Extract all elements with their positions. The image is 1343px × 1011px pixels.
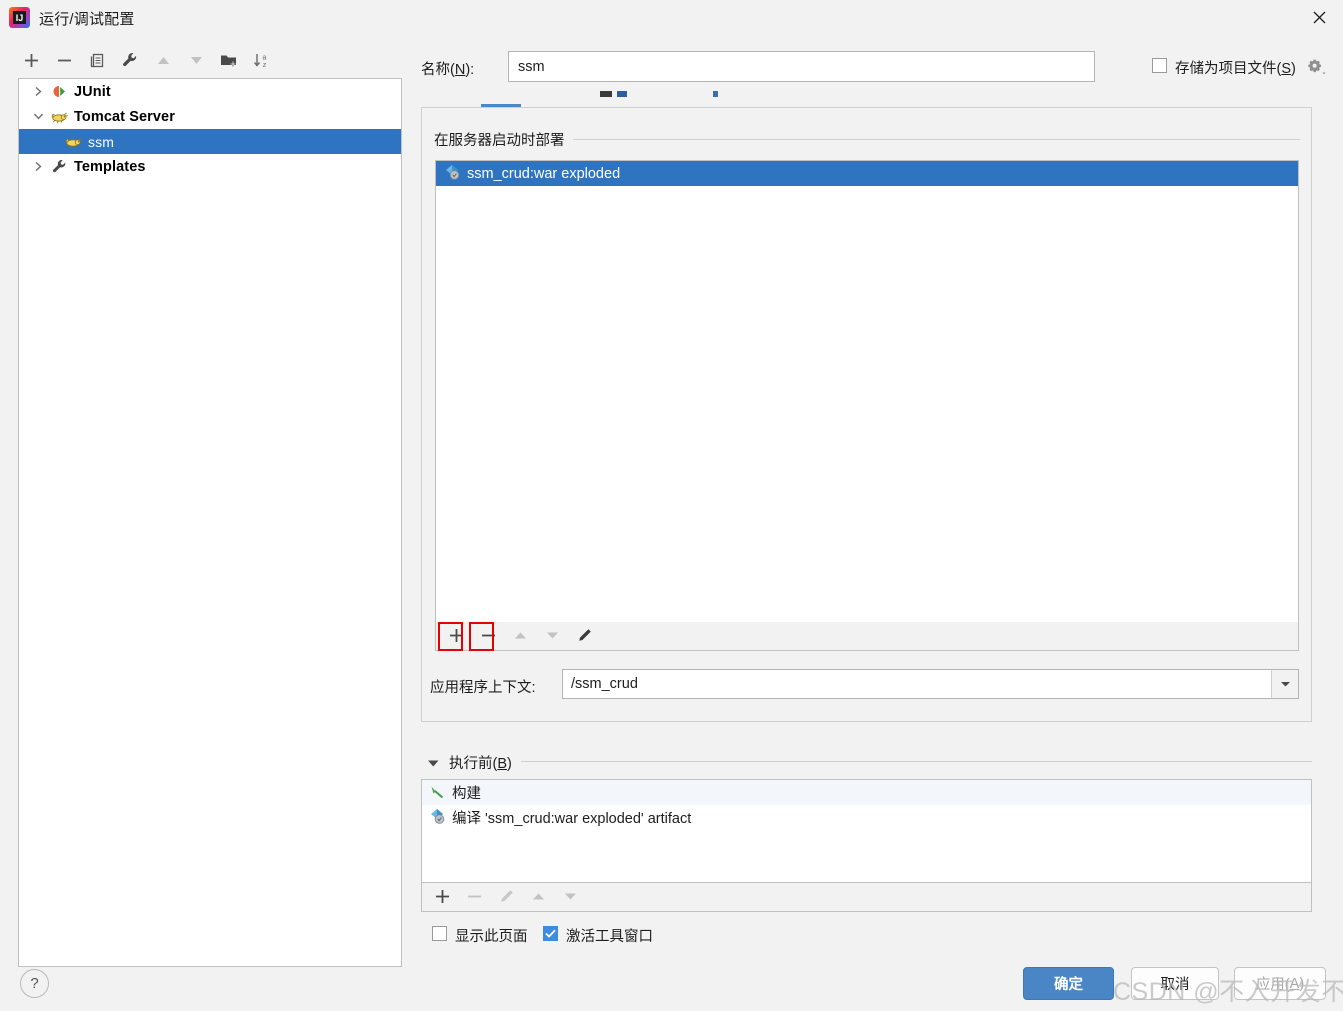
edit-task-button[interactable] — [492, 883, 520, 910]
move-up-task-button[interactable] — [524, 883, 552, 910]
tab-label-remnant — [600, 91, 612, 97]
configurations-tree[interactable]: JUnit Tomcat Server ssm Templates — [18, 78, 402, 967]
tree-item-templates[interactable]: Templates — [19, 154, 401, 179]
triangle-down-icon[interactable] — [427, 755, 440, 771]
question-mark-icon: ? — [30, 975, 39, 992]
add-task-button[interactable] — [428, 883, 456, 910]
edit-artifact-button[interactable] — [570, 622, 598, 649]
junit-icon — [49, 84, 69, 99]
show-this-page-label: 显示此页面 — [455, 929, 528, 945]
build-hammer-icon — [429, 783, 445, 803]
deployment-row-label: ssm_crud:war exploded — [467, 165, 621, 182]
before-launch-row-label: 构建 — [452, 786, 481, 802]
chevron-down-icon[interactable] — [1271, 670, 1298, 698]
tree-item-label: JUnit — [74, 83, 111, 100]
help-button[interactable]: ? — [20, 969, 49, 998]
new-folder-button[interactable] — [215, 45, 243, 75]
divider — [572, 139, 1300, 140]
add-configuration-button[interactable] — [17, 45, 45, 75]
artifact-icon — [429, 808, 445, 828]
ok-button[interactable]: 确定 — [1023, 967, 1114, 1000]
run-debug-configurations-dialog: IJ 运行/调试配置 a z JUnit Tomcat Server ssm T… — [0, 0, 1343, 1011]
tree-item-label: ssm — [88, 133, 114, 150]
tree-item-junit[interactable]: JUnit — [19, 79, 401, 104]
move-up-artifact-button[interactable] — [506, 622, 534, 649]
show-this-page-checkbox[interactable] — [432, 926, 447, 941]
tree-item-label: Templates — [74, 158, 146, 175]
tree-item-ssm[interactable]: ssm — [19, 129, 401, 154]
application-context-label: 应用程序上下文: — [430, 680, 536, 696]
tomcat-icon — [49, 110, 69, 124]
title-bar: IJ 运行/调试配置 — [0, 0, 1343, 37]
application-context-combo[interactable] — [562, 669, 1299, 699]
close-icon[interactable] — [1296, 0, 1343, 34]
deployment-toolbar — [435, 622, 1299, 651]
deployment-group-title: 在服务器启动时部署 — [434, 133, 565, 149]
tomcat-icon — [63, 135, 83, 149]
application-context-input[interactable] — [563, 670, 1271, 698]
tree-item-tomcat-server[interactable]: Tomcat Server — [19, 104, 401, 129]
deployment-group-header: 在服务器启动时部署 — [434, 129, 1300, 150]
tree-item-label: Tomcat Server — [74, 108, 175, 125]
cancel-button[interactable]: 取消 — [1131, 967, 1219, 1000]
sort-az-button[interactable]: a z — [248, 45, 276, 75]
chevron-right-icon[interactable] — [27, 86, 49, 97]
activate-tool-window-label: 激活工具窗口 — [566, 929, 653, 945]
deployment-row[interactable]: ssm_crud:war exploded — [436, 161, 1298, 186]
before-launch-row-label: 编译 'ssm_crud:war exploded' artifact — [452, 811, 692, 827]
svg-text:z: z — [263, 62, 267, 69]
move-down-artifact-button[interactable] — [538, 622, 566, 649]
copy-configuration-button[interactable] — [83, 45, 111, 75]
gear-icon[interactable] — [1306, 57, 1328, 77]
configuration-name-input[interactable] — [508, 51, 1095, 82]
divider — [521, 761, 1312, 762]
chevron-down-icon[interactable] — [27, 112, 49, 121]
add-artifact-highlight — [438, 622, 463, 651]
window-title: 运行/调试配置 — [39, 11, 135, 28]
apply-button[interactable]: 应用(A) — [1234, 967, 1326, 1000]
before-launch-list[interactable]: 构建 编译 'ssm_crud:war exploded' artifact — [421, 779, 1312, 883]
name-label: 名称(N): — [421, 62, 475, 78]
before-launch-row[interactable]: 构建 — [422, 780, 1311, 805]
activate-tool-window-checkbox[interactable] — [543, 926, 558, 941]
store-as-project-file-label: 存储为项目文件(S) — [1175, 61, 1296, 77]
configurations-toolbar: a z — [17, 45, 277, 78]
edit-templates-button[interactable] — [116, 45, 144, 75]
move-down-button[interactable] — [182, 45, 210, 75]
before-launch-toolbar — [421, 883, 1312, 912]
tab-label-remnant — [713, 91, 718, 97]
remove-artifact-highlight — [469, 622, 494, 651]
artifact-icon — [444, 164, 460, 183]
chevron-right-icon[interactable] — [27, 161, 49, 172]
tab-label-remnant — [617, 91, 627, 97]
remove-task-button[interactable] — [460, 883, 488, 910]
before-launch-row[interactable]: 编译 'ssm_crud:war exploded' artifact — [422, 805, 1311, 830]
deployment-list[interactable]: ssm_crud:war exploded — [435, 160, 1299, 623]
store-as-project-file-checkbox[interactable] — [1152, 58, 1167, 73]
svg-text:IJ: IJ — [16, 13, 24, 23]
remove-configuration-button[interactable] — [50, 45, 78, 75]
intellij-idea-logo: IJ — [9, 7, 30, 28]
move-up-button[interactable] — [149, 45, 177, 75]
move-down-task-button[interactable] — [556, 883, 584, 910]
svg-text:a: a — [263, 54, 267, 61]
wrench-icon — [49, 158, 69, 175]
before-launch-title: 执行前(B) — [449, 756, 512, 772]
